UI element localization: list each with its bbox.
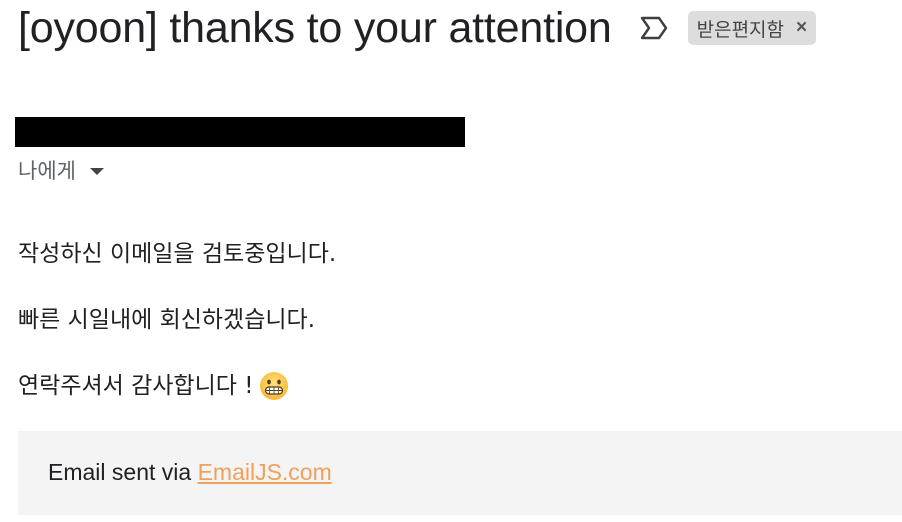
emailjs-link[interactable]: EmailJS.com [198,459,332,485]
caret-down-icon [89,168,104,175]
footer-text: Email sent via EmailJS.com [48,459,332,486]
body-text-2: 빠른 시일내에 회신하겠습니다. [18,307,316,333]
footer-box: Email sent via EmailJS.com [18,431,902,515]
remove-label-icon[interactable]: × [796,17,807,39]
recipient-dropdown[interactable]: 나에게 [18,155,104,185]
body-text-1: 작성하신 이메일을 검토중입니다. [18,241,337,267]
grinning-face-icon [259,371,289,401]
footer-prefix: Email sent via [48,459,198,485]
body-text-3: 연락주셔서 감사합니다 ! [18,373,254,399]
subject-row: [oyoon] thanks to your attention 받은편지함 × [18,2,817,54]
body-line-1: 작성하신 이메일을 검토중입니다. [18,234,336,268]
inbox-label-chip[interactable]: 받은편지함 × [687,11,817,45]
recipient-label: 나에게 [18,159,76,183]
sender-redacted [15,117,465,147]
email-subject: [oyoon] thanks to your attention [18,4,612,52]
body-line-2: 빠른 시일내에 회신하겠습니다. [18,300,315,334]
inbox-label-text: 받은편지함 [696,18,785,41]
body-line-3: 연락주셔서 감사합니다 ! [18,365,289,401]
importance-marker-icon[interactable] [638,15,670,41]
